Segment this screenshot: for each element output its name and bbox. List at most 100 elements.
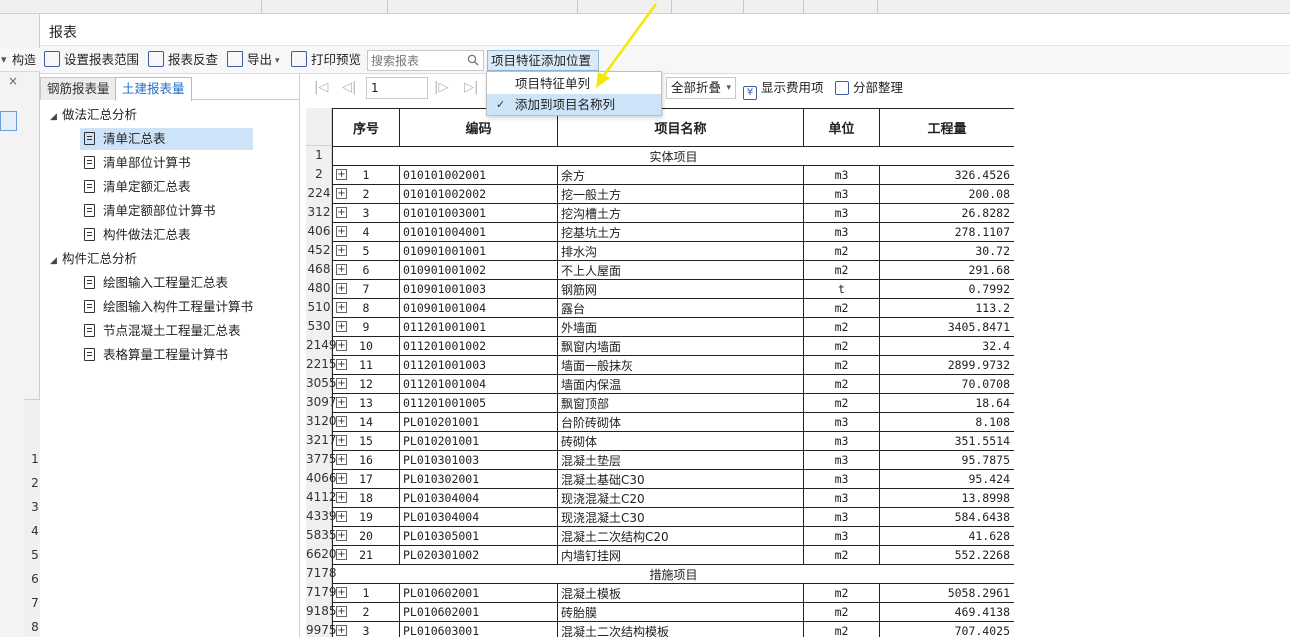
- chevron-down-icon[interactable]: ◢: [50, 250, 62, 272]
- report-search-input[interactable]: [368, 51, 460, 70]
- tree-group-component-summary[interactable]: ◢ 构件汇总分析: [50, 248, 137, 270]
- tab-civil-report[interactable]: 土建报表量: [115, 77, 192, 101]
- table-row[interactable]: +17 PL010302001 混凝土基础C30 m3 95.424: [332, 469, 1014, 489]
- expand-plus-icon[interactable]: +: [336, 378, 347, 389]
- table-row[interactable]: +15 PL010201001 砖砌体 m3 351.5514: [332, 431, 1014, 451]
- expand-plus-icon[interactable]: +: [336, 359, 347, 370]
- top-menu-item[interactable]: [744, 0, 804, 13]
- expand-plus-icon[interactable]: +: [336, 625, 347, 636]
- header-qty[interactable]: 工程量: [879, 108, 1014, 147]
- first-page-icon[interactable]: |◁: [314, 80, 328, 95]
- expand-plus-icon[interactable]: +: [336, 169, 347, 180]
- dropdown-item-separate-column[interactable]: 项目特征单列: [487, 73, 661, 94]
- table-row[interactable]: +19 PL010304004 现浇混凝土C30 m3 584.6438: [332, 507, 1014, 527]
- printer-icon: [291, 51, 307, 67]
- expand-plus-icon[interactable]: +: [336, 340, 347, 351]
- top-menu-item[interactable]: [804, 0, 878, 13]
- fold-select[interactable]: 全部折叠 ▾: [666, 77, 736, 99]
- tree-item[interactable]: 清单部位计算书: [84, 152, 191, 174]
- expand-plus-icon[interactable]: +: [336, 321, 347, 332]
- report-search-box[interactable]: [367, 50, 484, 71]
- tab-rebar-report[interactable]: 钢筋报表量: [40, 77, 117, 100]
- table-row[interactable]: +11 011201001003 墙面一般抹灰 m2 2899.9732: [332, 355, 1014, 375]
- cell-name: 混凝土垫层: [557, 450, 804, 470]
- item-feature-position-button[interactable]: 项目特征添加位置▾: [487, 50, 599, 86]
- table-row[interactable]: +5 010901001001 排水沟 m2 30.72: [332, 241, 1014, 261]
- expand-plus-icon[interactable]: +: [336, 530, 347, 541]
- expand-plus-icon[interactable]: +: [336, 226, 347, 237]
- tree-item-label: 清单定额部位计算书: [103, 203, 216, 218]
- table-row[interactable]: +12 011201001004 墙面内保温 m2 70.0708: [332, 374, 1014, 394]
- next-page-icon[interactable]: |▷: [434, 80, 448, 95]
- expand-plus-icon[interactable]: +: [336, 283, 347, 294]
- table-row[interactable]: +2 PL010602001 砖胎膜 m2 469.4138: [332, 602, 1014, 622]
- expand-plus-icon[interactable]: +: [336, 511, 347, 522]
- expand-plus-icon[interactable]: +: [336, 302, 347, 313]
- show-fees-button[interactable]: ¥ 显示费用项: [743, 78, 824, 100]
- table-row[interactable]: +13 011201001005 飘窗顶部 m2 18.64: [332, 393, 1014, 413]
- table-row[interactable]: +20 PL010305001 混凝土二次结构C20 m3 41.628: [332, 526, 1014, 546]
- table-row[interactable]: +2 010101002002 挖一般土方 m3 200.08: [332, 184, 1014, 204]
- top-menu-item[interactable]: [388, 0, 578, 13]
- table-row[interactable]: +3 PL010603001 混凝土二次结构模板 m2 707.4025: [332, 621, 1014, 637]
- expand-plus-icon[interactable]: +: [336, 397, 347, 408]
- top-menu-item[interactable]: [578, 0, 672, 13]
- tree-item[interactable]: 节点混凝土工程量汇总表: [84, 320, 241, 342]
- previous-page-icon[interactable]: ◁|: [342, 80, 356, 95]
- expand-plus-icon[interactable]: +: [336, 606, 347, 617]
- last-page-icon[interactable]: ▷|: [464, 80, 478, 95]
- expand-plus-icon[interactable]: +: [336, 207, 347, 218]
- set-range-button[interactable]: 设置报表范围: [44, 50, 139, 70]
- tree-item[interactable]: 清单定额部位计算书: [84, 200, 216, 222]
- cell-seq-value: 21: [359, 548, 373, 562]
- chevron-down-icon[interactable]: ▾: [1, 53, 7, 66]
- expand-plus-icon[interactable]: +: [336, 245, 347, 256]
- print-preview-button[interactable]: 打印预览: [291, 50, 361, 70]
- table-row[interactable]: +4 010101004001 挖基坑土方 m3 278.1107: [332, 222, 1014, 242]
- expand-plus-icon[interactable]: +: [336, 264, 347, 275]
- expand-plus-icon[interactable]: +: [336, 416, 347, 427]
- table-row[interactable]: +10 011201001002 飘窗内墙面 m2 32.4: [332, 336, 1014, 356]
- tree-group-method-summary[interactable]: ◢ 做法汇总分析: [50, 104, 137, 126]
- tree-item-bill-summary[interactable]: 清单汇总表: [80, 128, 253, 150]
- table-row[interactable]: +16 PL010301003 混凝土垫层 m3 95.7875: [332, 450, 1014, 470]
- table-row[interactable]: +3 010101003001 挖沟槽土方 m3 26.8282: [332, 203, 1014, 223]
- table-row[interactable]: +14 PL010201001 台阶砖砌体 m3 8.108: [332, 412, 1014, 432]
- tree-item[interactable]: 清单定额汇总表: [84, 176, 191, 198]
- cell-qty: 32.4: [879, 336, 1014, 356]
- table-row[interactable]: +1 PL010602001 混凝土模板 m2 5058.2961: [332, 583, 1014, 603]
- table-row[interactable]: +21 PL020301002 内墙钉挂网 m2 552.2268: [332, 545, 1014, 565]
- list-icon[interactable]: [0, 111, 17, 131]
- tree-item[interactable]: 绘图输入工程量汇总表: [84, 272, 228, 294]
- table-row[interactable]: +1 010101002001 余方 m3 326.4526: [332, 165, 1014, 185]
- expand-plus-icon[interactable]: +: [336, 435, 347, 446]
- top-menu-item[interactable]: [672, 0, 744, 13]
- table-row[interactable]: +18 PL010304004 现浇混凝土C20 m3 13.8998: [332, 488, 1014, 508]
- expand-plus-icon[interactable]: +: [336, 587, 347, 598]
- page-number-input[interactable]: 1: [366, 77, 428, 99]
- top-menu-item[interactable]: [262, 0, 388, 13]
- table-row[interactable]: +6 010901001002 不上人屋面 m2 291.68: [332, 260, 1014, 280]
- tree-item[interactable]: 表格算量工程量计算书: [84, 344, 228, 366]
- table-row[interactable]: +9 011201001001 外墙面 m2 3405.8471: [332, 317, 1014, 337]
- section-arrange-button[interactable]: 分部整理: [835, 78, 903, 98]
- expand-plus-icon[interactable]: +: [336, 454, 347, 465]
- expand-plus-icon[interactable]: +: [336, 549, 347, 560]
- expand-plus-icon[interactable]: +: [336, 492, 347, 503]
- close-icon[interactable]: ×: [8, 74, 18, 88]
- search-icon[interactable]: [467, 54, 479, 66]
- table-row[interactable]: +7 010901001003 钢筋网 t 0.7992: [332, 279, 1014, 299]
- reverse-check-button[interactable]: 报表反查: [148, 50, 218, 70]
- tree-item[interactable]: 构件做法汇总表: [84, 224, 191, 246]
- top-menu-item[interactable]: [48, 0, 262, 13]
- table-row[interactable]: +8 010901001004 露台 m2 113.2: [332, 298, 1014, 318]
- cell-code: PL020301002: [399, 545, 558, 565]
- header-seq[interactable]: 序号: [332, 108, 400, 147]
- expand-plus-icon[interactable]: +: [336, 473, 347, 484]
- tree-item[interactable]: 绘图输入构件工程量计算书: [84, 296, 253, 318]
- expand-plus-icon[interactable]: +: [336, 188, 347, 199]
- dropdown-item-add-to-name[interactable]: ✓ 添加到项目名称列: [487, 94, 661, 115]
- chevron-down-icon[interactable]: ◢: [50, 106, 62, 128]
- header-unit[interactable]: 单位: [803, 108, 880, 147]
- export-button[interactable]: 导出 ▾: [227, 50, 280, 70]
